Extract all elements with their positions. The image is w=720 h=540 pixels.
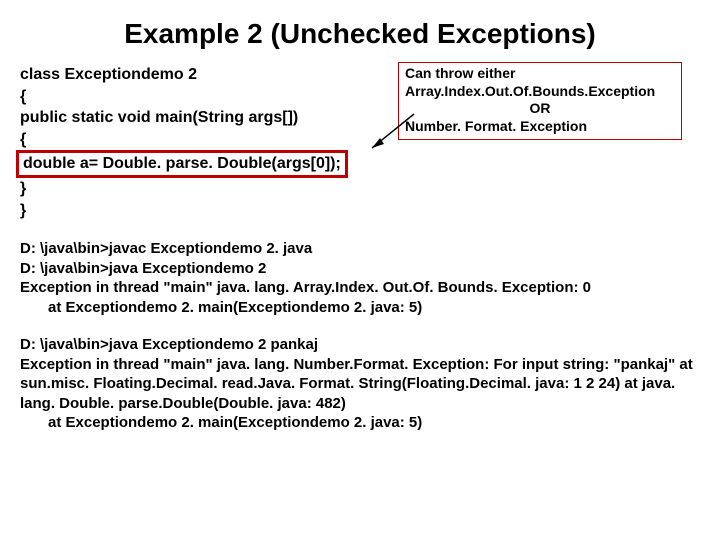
output-line: D: \java\bin>java Exceptiondemo 2 pankaj: [20, 335, 700, 355]
code-line: class Exceptiondemo 2: [20, 64, 700, 86]
output-line: sun.misc. Floating.Decimal. read.Java. F…: [20, 374, 700, 413]
upper-section: Can throw either Array.Index.Out.Of.Boun…: [20, 64, 700, 433]
slide-title: Example 2 (Unchecked Exceptions): [20, 18, 700, 50]
output-line: D: \java\bin>java Exceptiondemo 2: [20, 259, 700, 279]
code-line: public static void main(String args[]): [20, 107, 700, 129]
slide: Example 2 (Unchecked Exceptions) Can thr…: [0, 0, 720, 443]
code-line: }: [20, 178, 700, 200]
code-line: {: [20, 86, 700, 108]
code-highlight-wrap: double a= Double. parse. Double(args[0])…: [20, 150, 700, 178]
code-highlight: double a= Double. parse. Double(args[0])…: [16, 150, 348, 178]
code-line: }: [20, 200, 700, 222]
output-line: Exception in thread "main" java. lang. A…: [20, 278, 700, 298]
output-line: at Exceptiondemo 2. main(Exceptiondemo 2…: [20, 413, 700, 433]
output-line: D: \java\bin>javac Exceptiondemo 2. java: [20, 239, 700, 259]
code-line: {: [20, 129, 700, 151]
output-line: at Exceptiondemo 2. main(Exceptiondemo 2…: [20, 298, 700, 318]
output-block-2: D: \java\bin>java Exceptiondemo 2 pankaj…: [20, 335, 700, 433]
output-block-1: D: \java\bin>javac Exceptiondemo 2. java…: [20, 239, 700, 317]
output-line: Exception in thread "main" java. lang. N…: [20, 355, 700, 375]
code-block: class Exceptiondemo 2 { public static vo…: [20, 64, 700, 221]
